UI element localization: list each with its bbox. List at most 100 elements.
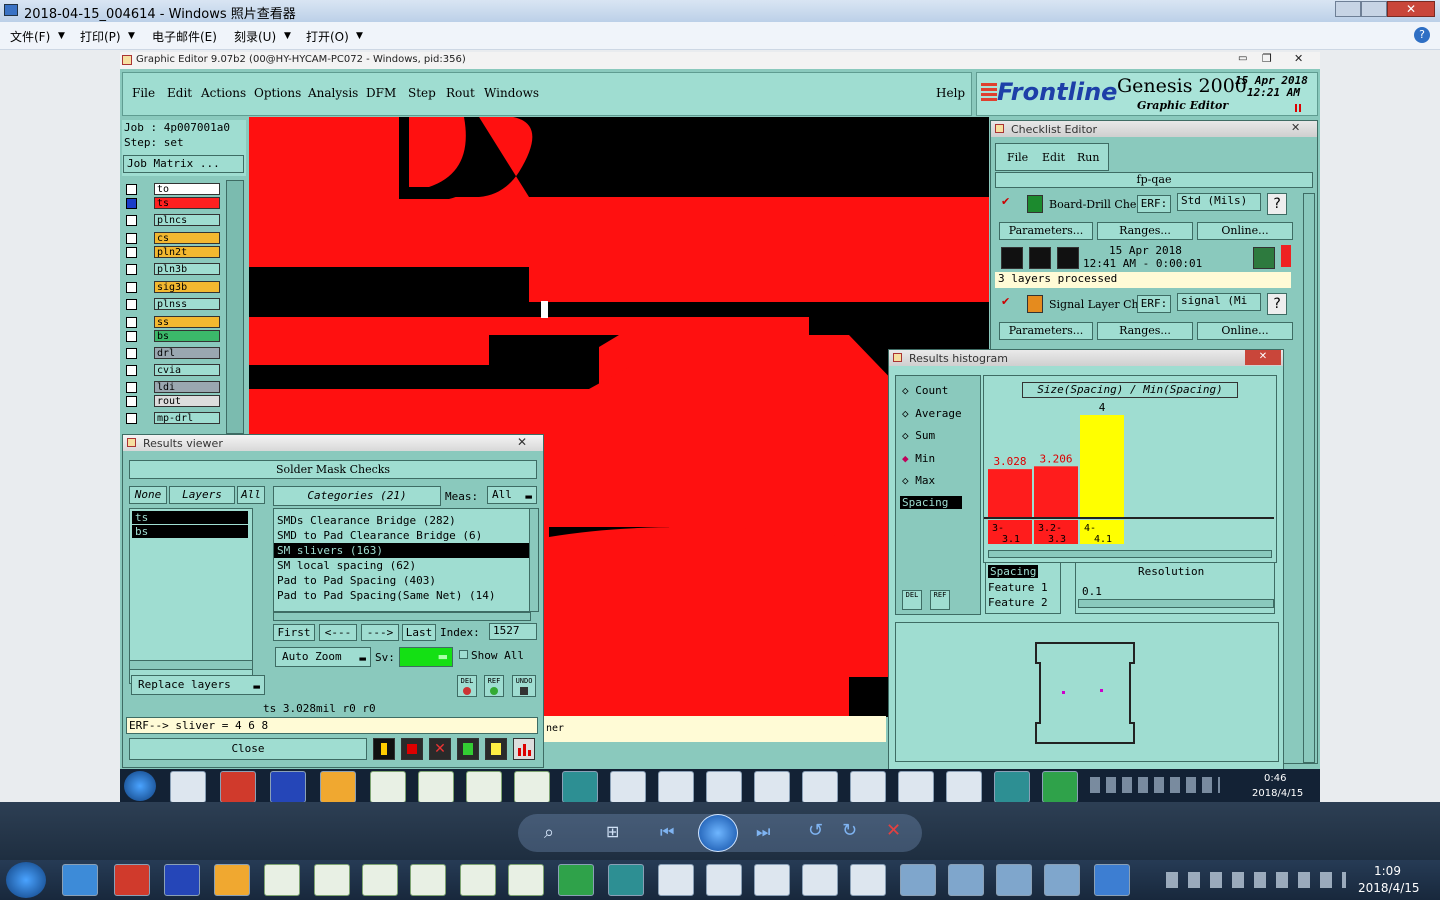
- online-button[interactable]: Online...: [1197, 322, 1293, 340]
- replace-layers-select[interactable]: Replace layers ▬: [131, 675, 265, 695]
- horizontal-scrollbar[interactable]: [988, 550, 1272, 558]
- layer-checkbox[interactable]: [126, 348, 137, 359]
- check-name[interactable]: Signal Layer Ch: [1049, 298, 1139, 311]
- ie-icon[interactable]: [62, 864, 98, 896]
- run-icon[interactable]: [373, 738, 395, 760]
- fit-icon[interactable]: ⊞: [606, 822, 619, 841]
- window-icon[interactable]: [658, 864, 694, 896]
- layer-name[interactable]: pln3b: [154, 263, 220, 275]
- window-icon[interactable]: [850, 864, 886, 896]
- zoom-icon[interactable]: [1253, 247, 1275, 269]
- layer-result-list[interactable]: ts bs: [129, 508, 253, 684]
- menu-open[interactable]: 打开(O): [306, 28, 349, 45]
- index-input[interactable]: 1527: [489, 623, 537, 640]
- resolution-slider[interactable]: [1078, 599, 1274, 608]
- help-button[interactable]: ?: [1267, 293, 1287, 315]
- layer-name[interactable]: rout: [154, 395, 220, 407]
- window-icon[interactable]: [658, 771, 694, 803]
- layer-checkbox[interactable]: [126, 382, 137, 393]
- option-radio[interactable]: ◇ Average: [902, 407, 962, 420]
- save-icon[interactable]: [270, 771, 306, 803]
- layer-name[interactable]: plnss: [154, 298, 220, 310]
- close-button[interactable]: Close: [129, 738, 367, 760]
- frontline-icon[interactable]: [558, 864, 594, 896]
- del-button[interactable]: DEL: [902, 590, 922, 610]
- chevron-down-icon[interactable]: ▼: [284, 31, 291, 41]
- excel-icon[interactable]: [264, 864, 300, 896]
- sv-color-select[interactable]: ▬: [399, 647, 453, 667]
- option-radio[interactable]: ◇ Count: [902, 384, 948, 397]
- list-item[interactable]: bs: [132, 525, 248, 538]
- photo-icon[interactable]: [948, 864, 984, 896]
- close-button[interactable]: ✕: [517, 435, 527, 449]
- viewer-icon[interactable]: [994, 771, 1030, 803]
- slideshow-button[interactable]: [698, 814, 738, 852]
- erf-value[interactable]: Std (Mils): [1177, 193, 1261, 211]
- category-item[interactable]: SM slivers (163): [274, 543, 530, 558]
- layer-checkbox[interactable]: [126, 365, 137, 376]
- last-button[interactable]: Last: [402, 624, 436, 641]
- window-icon[interactable]: [754, 771, 790, 803]
- excel-icon[interactable]: [370, 771, 406, 803]
- category-list-scrollbar[interactable]: [529, 508, 539, 612]
- window-icon[interactable]: [802, 771, 838, 803]
- app-icon[interactable]: [220, 771, 256, 803]
- run-check-icon[interactable]: [1029, 247, 1051, 269]
- previous-icon[interactable]: ⏮: [660, 822, 674, 842]
- menu-options[interactable]: Options: [254, 86, 301, 100]
- job-matrix-button[interactable]: Job Matrix ...: [123, 155, 244, 173]
- run-check-icon[interactable]: [1057, 247, 1079, 269]
- layer-row[interactable]: ts: [126, 197, 222, 210]
- histogram-bar[interactable]: [1080, 415, 1124, 517]
- layer-name[interactable]: pln2t: [154, 246, 220, 258]
- layer-checkbox[interactable]: [126, 198, 137, 209]
- frontline-icon[interactable]: [1042, 771, 1078, 803]
- layer-row[interactable]: plncs: [126, 214, 222, 227]
- undo-button[interactable]: UNDO: [512, 675, 536, 697]
- layer-checkbox[interactable]: [126, 299, 137, 310]
- chevron-down-icon[interactable]: ▼: [356, 31, 363, 41]
- menu-run[interactable]: Run: [1077, 151, 1099, 164]
- layer-checkbox[interactable]: [126, 264, 137, 275]
- layer-checkbox[interactable]: [126, 215, 137, 226]
- photo-icon[interactable]: [996, 864, 1032, 896]
- run-check-icon[interactable]: [1001, 247, 1023, 269]
- window-icon[interactable]: [946, 771, 982, 803]
- menu-help[interactable]: Help: [936, 86, 965, 100]
- layer-checkbox[interactable]: [126, 247, 137, 258]
- start-button[interactable]: [6, 862, 46, 898]
- menu-edit[interactable]: Edit: [1042, 151, 1065, 164]
- histogram-icon[interactable]: [513, 738, 535, 760]
- menu-dfm[interactable]: DFM: [366, 86, 396, 100]
- shell-icon[interactable]: [320, 771, 356, 803]
- menu-windows[interactable]: Windows: [484, 86, 539, 100]
- layer-row[interactable]: sig3b: [126, 281, 222, 294]
- menu-email[interactable]: 电子邮件(E): [152, 28, 217, 45]
- chevron-down-icon[interactable]: ▼: [128, 31, 135, 41]
- excel-icon[interactable]: [410, 864, 446, 896]
- layer-name[interactable]: mp-drl: [154, 412, 220, 424]
- layer-name[interactable]: cvia: [154, 364, 220, 376]
- excel-icon[interactable]: [362, 864, 398, 896]
- photo-icon[interactable]: [1044, 864, 1080, 896]
- layer-name[interactable]: ss: [154, 316, 220, 328]
- layer-checkbox[interactable]: [126, 282, 137, 293]
- layer-row[interactable]: plnss: [126, 298, 222, 311]
- first-button[interactable]: First: [273, 624, 315, 641]
- window-icon[interactable]: [754, 864, 790, 896]
- photo-icon[interactable]: [900, 864, 936, 896]
- cross-icon[interactable]: ✕: [429, 738, 451, 760]
- maximize-button[interactable]: [1361, 1, 1387, 17]
- close-button[interactable]: ✕: [1291, 121, 1300, 134]
- horizontal-scrollbar[interactable]: [273, 612, 531, 621]
- parameters-button[interactable]: Parameters...: [999, 322, 1093, 340]
- menu-edit[interactable]: Edit: [167, 86, 192, 100]
- delete-icon[interactable]: ✕: [886, 820, 901, 841]
- rotate-left-icon[interactable]: ↺: [808, 820, 823, 841]
- menu-rout[interactable]: Rout: [446, 86, 475, 100]
- next-button[interactable]: --->: [361, 624, 399, 641]
- horizontal-scrollbar[interactable]: [129, 660, 253, 670]
- option-radio[interactable]: ◇ Sum: [902, 429, 935, 442]
- app-icon[interactable]: [114, 864, 150, 896]
- histogram-bar[interactable]: [1034, 466, 1078, 517]
